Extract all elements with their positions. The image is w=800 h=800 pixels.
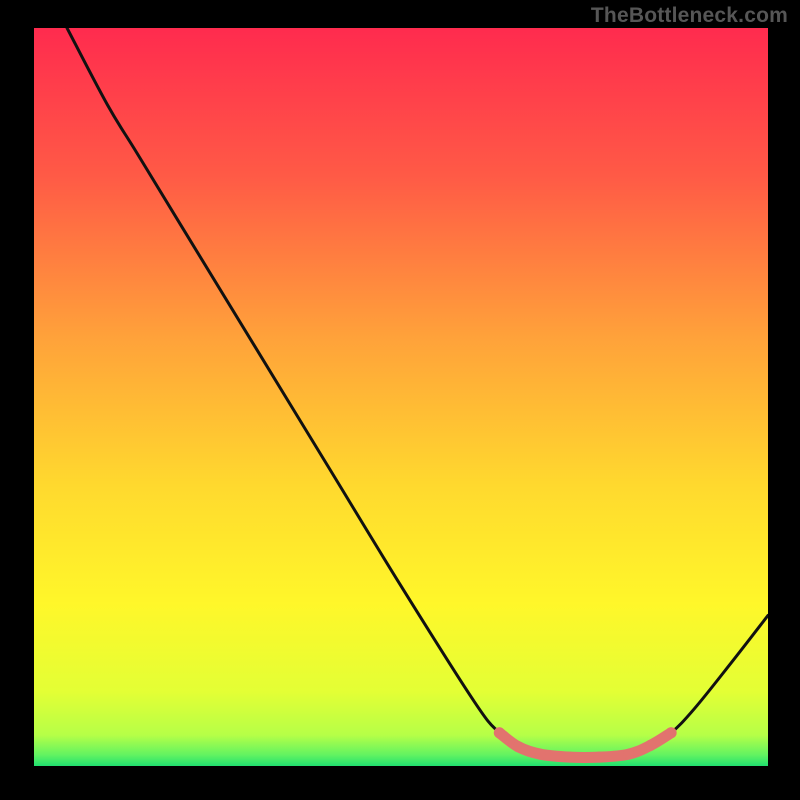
- optimal-range-dot: [513, 741, 524, 752]
- optimal-range-dot: [564, 752, 575, 763]
- optimal-range-dot: [535, 749, 546, 760]
- optimal-range-dot: [666, 727, 677, 738]
- optimal-range-dot: [623, 749, 634, 760]
- chart-plot-area: [34, 28, 768, 766]
- chart-background-gradient: [34, 28, 768, 766]
- chart-svg: [34, 28, 768, 766]
- optimal-range-dot: [594, 752, 605, 763]
- optimal-range-dot: [645, 740, 656, 751]
- optimal-range-dot: [494, 727, 505, 738]
- watermark-text: TheBottleneck.com: [591, 4, 788, 28]
